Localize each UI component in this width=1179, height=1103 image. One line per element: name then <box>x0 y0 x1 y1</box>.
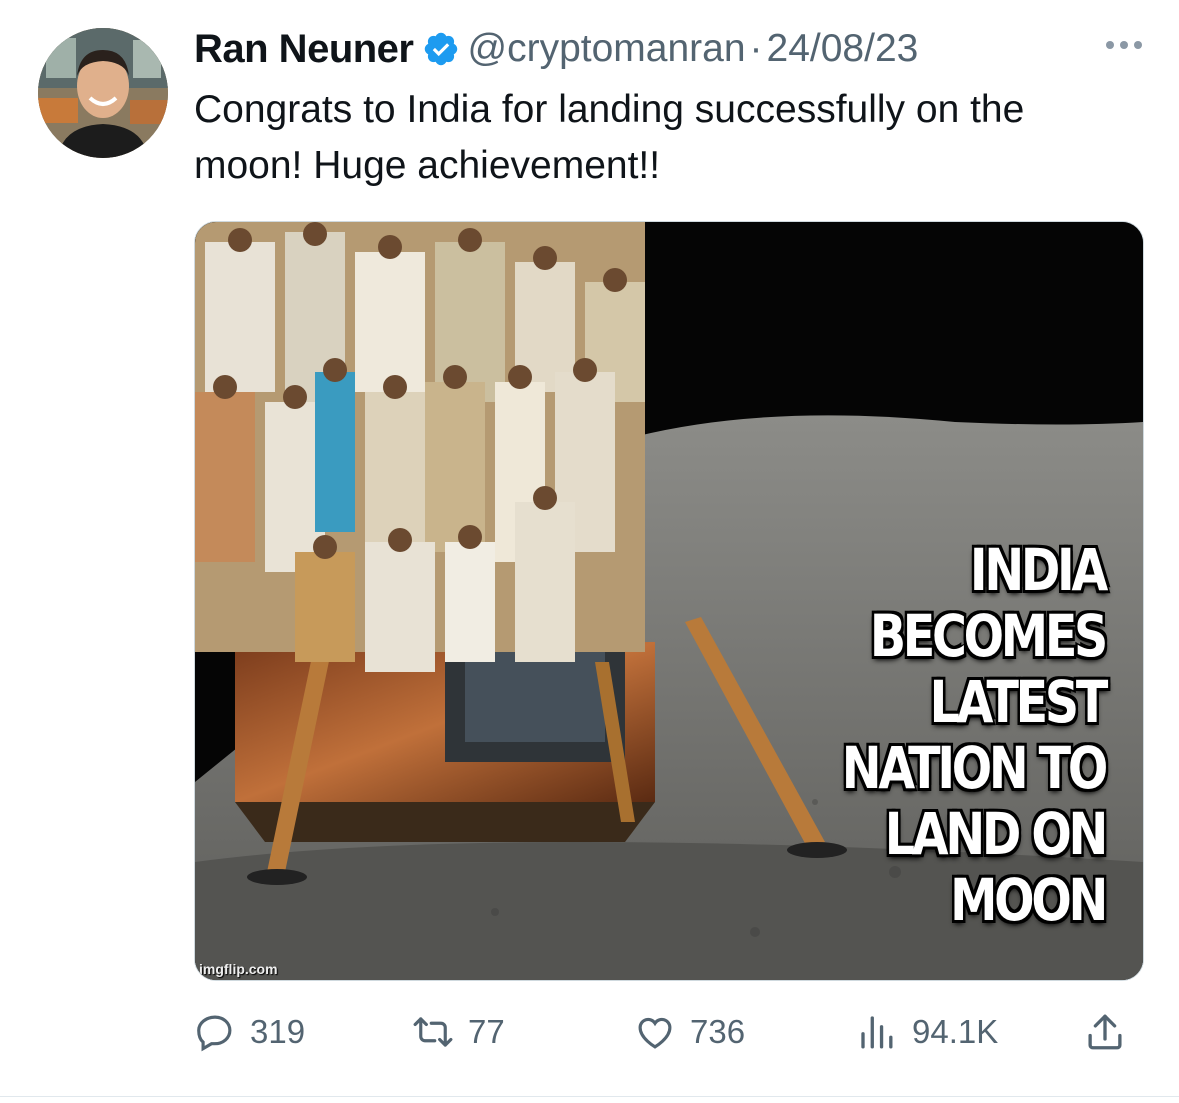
retweet-icon <box>413 1017 453 1047</box>
separator-dot: · <box>749 27 763 70</box>
more-dots-icon[interactable] <box>1099 30 1149 60</box>
bottom-divider <box>0 1096 1179 1097</box>
caption-line: LATEST <box>929 668 1109 736</box>
tweet-date[interactable]: 24/08/23 <box>767 27 919 71</box>
retweet-count: 77 <box>468 1013 505 1050</box>
retweet-button[interactable]: 77 <box>412 1004 505 1060</box>
image-watermark: imgflip.com <box>199 961 278 977</box>
views-count: 94.1K <box>912 1013 999 1050</box>
share-button[interactable] <box>1084 1004 1140 1060</box>
heart-icon <box>638 1017 672 1049</box>
caption-line: NATION TO <box>841 734 1108 802</box>
tweet-media-image[interactable]: INDIA BECOMES LATEST NATION TO LAND ON M… <box>194 221 1144 981</box>
author-name[interactable]: Ran Neuner <box>194 27 414 72</box>
avatar-image <box>38 28 168 158</box>
reply-button[interactable]: 319 <box>194 1004 305 1060</box>
author-handle[interactable]: @cryptomanran <box>468 27 746 71</box>
caption-line: LAND ON MOON <box>884 800 1109 934</box>
meme-caption: INDIA BECOMES LATEST NATION TO LAND ON M… <box>761 536 1109 934</box>
caption-line: INDIA <box>969 536 1108 604</box>
like-button[interactable]: 736 <box>634 1004 745 1060</box>
reply-count: 319 <box>250 1013 306 1050</box>
like-count: 736 <box>690 1013 746 1050</box>
tweet-actions: 319 77 736 94.1K <box>194 1004 1142 1060</box>
views-button[interactable]: 94.1K <box>856 1004 998 1060</box>
tweet-text: Congrats to India for landing successful… <box>194 88 1025 187</box>
author-avatar[interactable] <box>38 28 168 158</box>
tweet-header: Ran Neuner @cryptomanran · 24/08/23 <box>194 24 1149 74</box>
share-icon <box>1088 1014 1122 1050</box>
verified-badge-icon <box>424 32 457 66</box>
reply-icon <box>197 1015 232 1052</box>
caption-line: BECOMES <box>869 602 1108 670</box>
views-chart-icon <box>861 1016 893 1049</box>
